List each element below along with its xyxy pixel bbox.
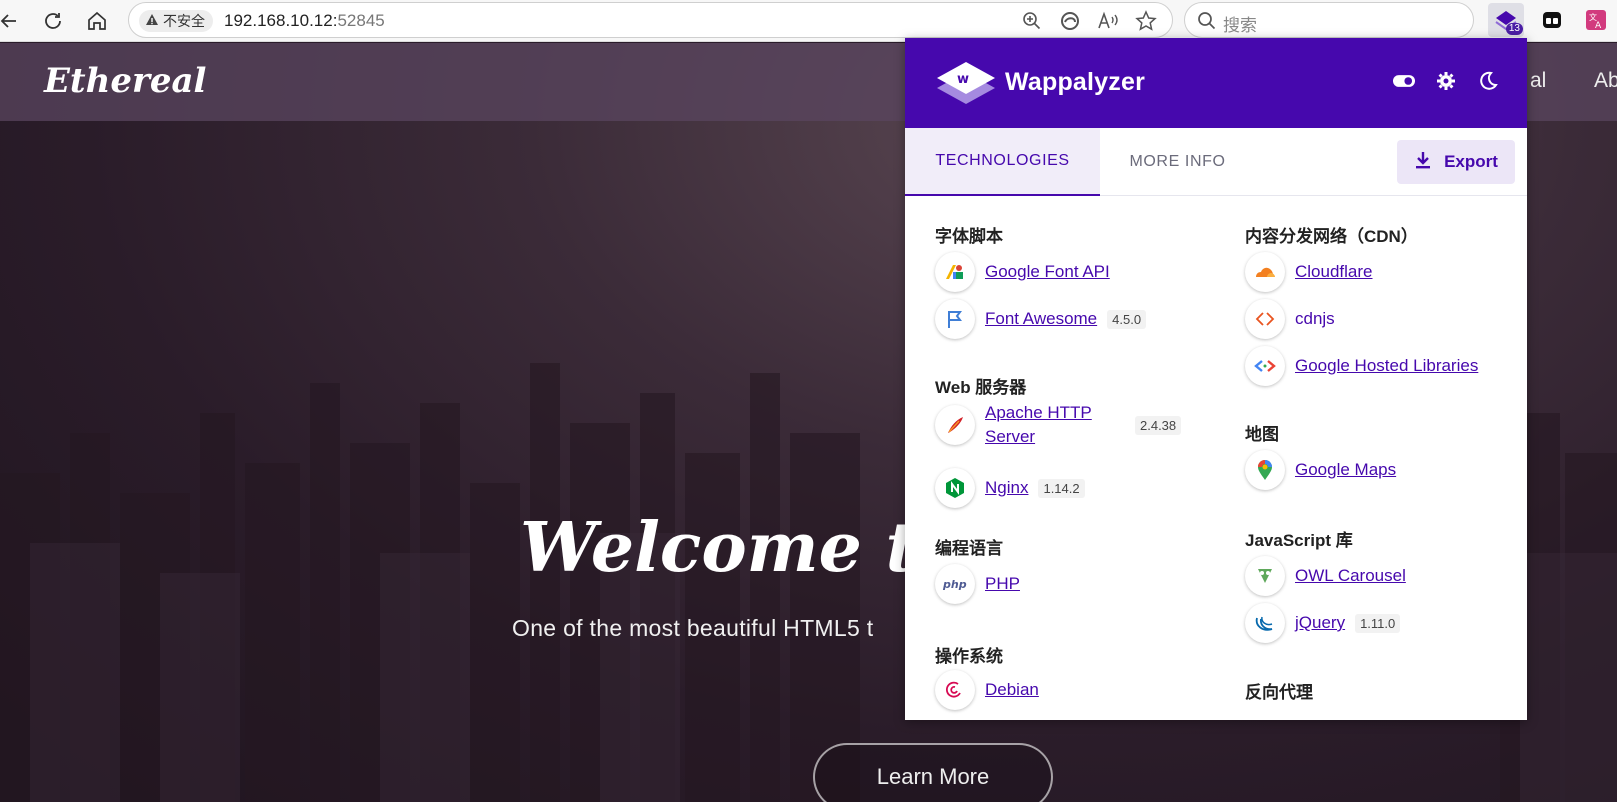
export-label: Export <box>1444 152 1498 171</box>
export-button[interactable]: Export <box>1397 140 1515 184</box>
php-icon: php <box>935 564 975 604</box>
category-web-server: Web 服务器 <box>935 378 1027 397</box>
site-logo[interactable]: Ethereal <box>44 61 206 101</box>
address-bar[interactable]: 不安全 192.168.10.12:52845 <box>128 2 1173 38</box>
tech-name[interactable]: Cloudflare <box>1295 262 1373 282</box>
popup-tabs: TECHNOLOGIES MORE INFO Export <box>905 128 1527 196</box>
tech-name[interactable]: cdnjs <box>1295 309 1335 329</box>
favorite-star-icon[interactable] <box>1134 9 1158 33</box>
tech-name[interactable]: Apache HTTP Server <box>985 401 1125 449</box>
tech-name[interactable]: Google Font API <box>985 262 1110 282</box>
nav-item-partial-1[interactable]: al <box>1530 69 1546 93</box>
tech-name[interactable]: Font Awesome <box>985 309 1097 329</box>
hero-subtitle: One of the most beautiful HTML5 t <box>512 615 874 641</box>
search-box[interactable]: 搜索 <box>1184 2 1474 38</box>
tech-nginx[interactable]: Nginx 1.14.2 <box>935 468 1085 508</box>
tab-technologies[interactable]: TECHNOLOGIES <box>905 128 1100 196</box>
cloudflare-icon <box>1245 252 1285 292</box>
tech-cloudflare[interactable]: Cloudflare <box>1245 252 1373 292</box>
ext2-icon[interactable] <box>1534 3 1570 37</box>
wappalyzer-logo-icon: w <box>935 58 997 115</box>
edge-icon[interactable] <box>1058 9 1082 33</box>
tech-font-awesome[interactable]: Font Awesome 4.5.0 <box>935 299 1147 339</box>
extension-badge: 13 <box>1505 23 1523 35</box>
tech-google-font-api[interactable]: Google Font API <box>935 252 1110 292</box>
tab-more-info[interactable]: MORE INFO <box>1100 128 1255 196</box>
wappalyzer-brand: Wappalyzer <box>1005 68 1146 96</box>
tech-name[interactable]: Google Maps <box>1295 460 1396 480</box>
url-text[interactable]: 192.168.10.12:52845 <box>224 11 385 31</box>
owl-icon <box>1245 556 1285 596</box>
category-font-scripts: 字体脚本 <box>935 227 1003 246</box>
category-programming-language: 编程语言 <box>935 539 1003 558</box>
refresh-icon[interactable] <box>38 6 68 36</box>
svg-text:A: A <box>1595 21 1602 31</box>
tech-name[interactable]: PHP <box>985 574 1020 594</box>
tech-name[interactable]: Nginx <box>985 478 1028 498</box>
tech-debian[interactable]: Debian <box>935 670 1039 710</box>
nav-item-partial-2[interactable]: Ab <box>1594 69 1617 93</box>
category-maps: 地图 <box>1245 425 1279 444</box>
dark-mode-icon[interactable] <box>1477 70 1499 92</box>
google-fonts-icon <box>935 252 975 292</box>
search-icon <box>1197 11 1217 36</box>
tech-name[interactable]: jQuery <box>1295 613 1345 633</box>
tech-version: 1.11.0 <box>1355 613 1401 633</box>
wappalyzer-popup: w Wappalyzer TECHNOLOGIES MORE INFO Expo… <box>905 38 1527 720</box>
tech-name[interactable]: Debian <box>985 680 1039 700</box>
tech-php[interactable]: php PHP <box>935 564 1020 604</box>
tech-cdnjs[interactable]: cdnjs <box>1245 299 1335 339</box>
insecure-label: 不安全 <box>163 13 205 29</box>
wappalyzer-ext-icon[interactable]: 13 <box>1488 3 1524 37</box>
url-host: 192.168.10.12: <box>224 11 338 30</box>
learn-more-button[interactable]: Learn More <box>813 743 1053 802</box>
google-hosted-libraries-icon <box>1245 346 1285 386</box>
warning-icon <box>145 13 159 30</box>
category-operating-system: 操作系统 <box>935 647 1003 666</box>
home-icon[interactable] <box>82 6 112 36</box>
url-port: 52845 <box>337 11 385 30</box>
download-icon <box>1414 150 1432 175</box>
browser-toolbar: 不安全 192.168.10.12:52845 搜索 13 文A <box>0 0 1617 42</box>
zoom-icon[interactable] <box>1020 9 1044 33</box>
security-indicator[interactable]: 不安全 <box>139 10 213 32</box>
read-aloud-icon[interactable] <box>1096 9 1120 33</box>
google-maps-pin-icon <box>1245 450 1285 490</box>
apache-feather-icon <box>935 405 975 445</box>
tech-version: 4.5.0 <box>1107 309 1147 329</box>
gear-icon[interactable] <box>1435 70 1457 92</box>
nginx-icon <box>935 468 975 508</box>
cdnjs-icon <box>1245 299 1285 339</box>
tech-apache[interactable]: Apache HTTP Server 2.4.38 <box>935 401 1182 449</box>
category-javascript-libraries: JavaScript 库 <box>1245 531 1353 550</box>
toggle-icon[interactable] <box>1393 70 1415 92</box>
tech-google-hosted-libraries[interactable]: Google Hosted Libraries <box>1245 346 1478 386</box>
popup-header: w Wappalyzer <box>905 38 1527 128</box>
search-placeholder: 搜索 <box>1223 16 1257 35</box>
tech-name[interactable]: Google Hosted Libraries <box>1295 356 1478 376</box>
category-cdn: 内容分发网络（CDN） <box>1245 227 1418 246</box>
jquery-icon <box>1245 603 1285 643</box>
font-awesome-flag-icon <box>935 299 975 339</box>
tech-version: 2.4.38 <box>1135 415 1182 435</box>
tech-google-maps[interactable]: Google Maps <box>1245 450 1396 490</box>
debian-icon <box>935 670 975 710</box>
svg-text:w: w <box>957 72 969 87</box>
tech-jquery[interactable]: jQuery 1.11.0 <box>1245 603 1401 643</box>
tech-name[interactable]: OWL Carousel <box>1295 566 1406 586</box>
svg-text:php: php <box>942 578 967 591</box>
category-reverse-proxy: 反向代理 <box>1245 683 1313 702</box>
tech-owl-carousel[interactable]: OWL Carousel <box>1245 556 1406 596</box>
translate-icon[interactable]: 文A <box>1578 3 1614 37</box>
tech-version: 1.14.2 <box>1038 478 1085 498</box>
back-icon[interactable] <box>0 6 24 36</box>
